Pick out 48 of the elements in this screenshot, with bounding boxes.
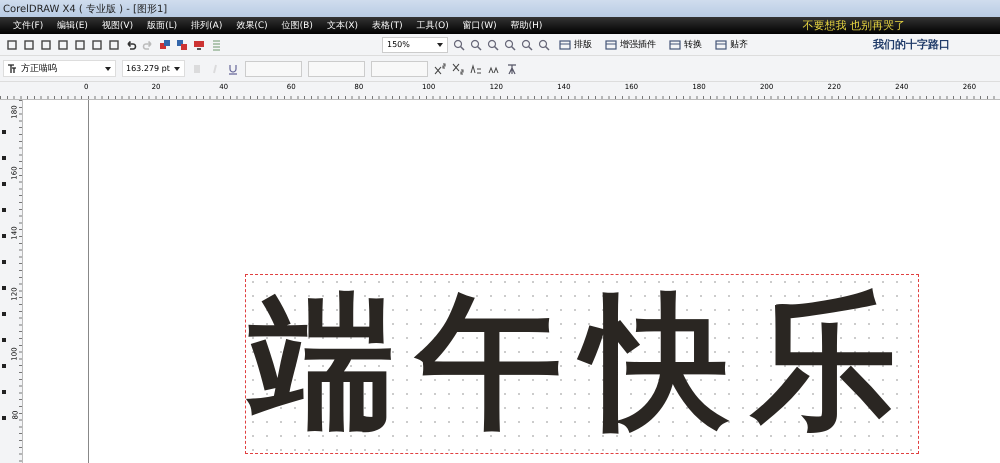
menu-item[interactable]: 效果(C) [229,19,275,32]
menu-item[interactable]: 视图(V) [94,19,140,32]
window-icon [605,38,617,50]
caret-icon [174,66,180,70]
zoom-icon[interactable] [538,38,550,50]
underline-icon[interactable] [227,62,239,74]
zoom-icon[interactable] [453,38,465,50]
zoom-icon[interactable] [487,38,499,50]
window-icon [715,38,727,50]
window-title: CorelDRAW X4 ( 专业版 ) - [图形1] [3,2,168,16]
window-icon [559,38,571,50]
export-icon[interactable] [176,38,188,50]
import-icon[interactable] [159,38,171,50]
font-dropdown[interactable]: 方正喵呜 [3,60,116,77]
logo-text: 我们的十字路口 [873,37,950,52]
window-icon [669,38,681,50]
menu-item[interactable]: 文本(X) [320,19,366,32]
menu-item[interactable]: 帮助(H) [504,19,550,32]
spin-field[interactable] [308,60,365,76]
subscript-icon[interactable] [452,62,464,74]
font-icon [7,64,17,74]
small-caps-icon[interactable] [470,62,482,74]
zoom-dropdown[interactable]: 150% [382,36,448,52]
zoom-icon[interactable] [521,38,533,50]
menu-item[interactable]: 排列(A) [184,19,230,32]
menu-item[interactable]: 版面(L) [140,19,184,32]
font-size-dropdown[interactable]: 163.279 pt [122,60,185,77]
plugin-button[interactable]: 转换 [665,38,706,51]
spin-field[interactable] [245,60,302,76]
plugin-button[interactable]: 增强插件 [601,38,660,51]
menu-item[interactable]: 文件(F) [6,19,50,32]
plugin-button[interactable]: 排版 [555,38,596,51]
menu-item[interactable]: 工具(O) [410,19,456,32]
menu-banner-text: 不要想我 也别再哭了 [802,18,905,33]
caret-icon [105,66,111,70]
zoom-icon[interactable] [504,38,516,50]
zoom-icon[interactable] [470,38,482,50]
caret-icon [437,42,443,46]
superscript-icon[interactable] [434,62,446,74]
spin-field[interactable] [371,60,428,76]
menu-item[interactable]: 位图(B) [274,19,320,32]
text-format-icon[interactable] [506,62,518,74]
menu-item[interactable]: 编辑(E) [50,19,95,32]
monitor-icon[interactable] [193,38,205,50]
plugin-button[interactable]: 贴齐 [711,38,752,51]
menu-item[interactable]: 表格(T) [365,19,410,32]
undo-icon[interactable] [125,38,137,50]
menu-item[interactable]: 窗口(W) [456,19,504,32]
